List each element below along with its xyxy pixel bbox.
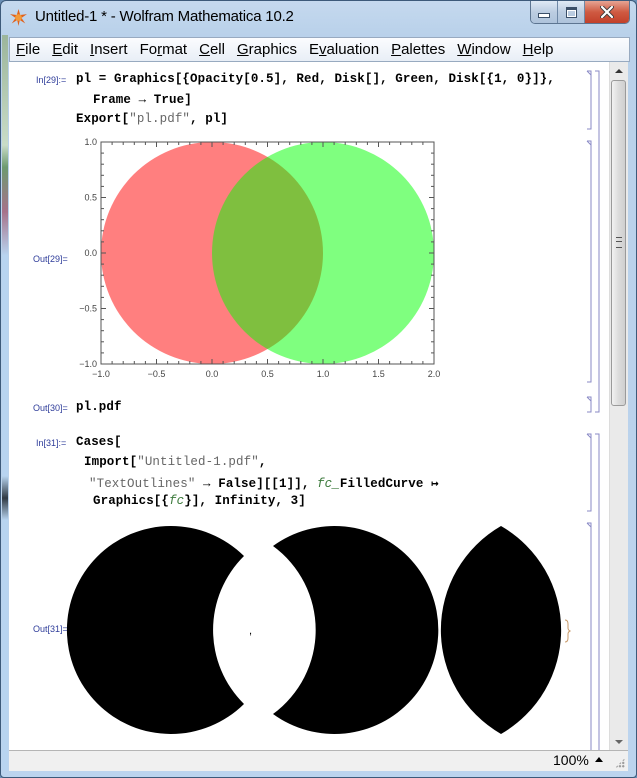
resize-grip-icon[interactable] (615, 758, 625, 768)
filled-curve-list: , , (66, 526, 572, 734)
menu-graphics[interactable]: Graphics (237, 41, 297, 58)
scroll-up-button[interactable] (610, 62, 628, 79)
menu-edit[interactable]: Edit (52, 41, 78, 58)
arrow-down-icon (615, 739, 623, 744)
menu-evaluation[interactable]: Evaluation (309, 41, 379, 58)
scroll-down-button[interactable] (610, 733, 628, 750)
window-title: Untitled-1 * - Wolfram Mathematica 10.2 (35, 8, 294, 25)
close-icon (600, 6, 614, 18)
left-crescent-shape[interactable] (66, 526, 244, 734)
close-button[interactable] (585, 1, 629, 23)
title-bar[interactable]: Untitled-1 * - Wolfram Mathematica 10.2 (1, 1, 636, 35)
window-frame-left (2, 35, 8, 770)
zoom-menu-arrow-icon[interactable] (595, 757, 603, 762)
scrollbar-thumb[interactable] (611, 80, 626, 406)
maximize-icon (565, 6, 577, 18)
menu-bar: File Edit Insert Format Cell Graphics Evaluati… (9, 37, 630, 62)
right-crescent-shape[interactable] (273, 526, 439, 734)
vertical-scrollbar[interactable] (609, 62, 628, 750)
menu-file[interactable]: File (16, 41, 40, 58)
notebook-area: In[29]:= pl = Graphics[{Opacity[0.5], Re… (9, 62, 609, 750)
menu-insert[interactable]: Insert (90, 41, 128, 58)
list-separator: , (426, 625, 429, 637)
menu-cell[interactable]: Cell (199, 41, 225, 58)
list-close-brace (564, 619, 572, 643)
menu-window[interactable]: Window (457, 41, 510, 58)
grip-icon (616, 237, 622, 248)
minimize-icon (538, 12, 550, 18)
mathematica-spikey-icon (10, 9, 27, 26)
arrow-up-icon (615, 68, 623, 73)
maximize-button[interactable] (558, 1, 585, 23)
list-separator: , (249, 625, 252, 637)
status-bar: 100% (9, 750, 628, 771)
zoom-level[interactable]: 100% (553, 752, 589, 768)
minimize-button[interactable] (531, 1, 558, 23)
menu-format[interactable]: Format (140, 41, 188, 58)
menu-help[interactable]: Help (523, 41, 554, 58)
menu-palettes[interactable]: Palettes (391, 41, 445, 58)
lens-shape[interactable] (440, 526, 562, 734)
mathematica-window: Untitled-1 * - Wolfram Mathematica 10.2 … (0, 0, 637, 778)
window-controls (530, 1, 630, 24)
